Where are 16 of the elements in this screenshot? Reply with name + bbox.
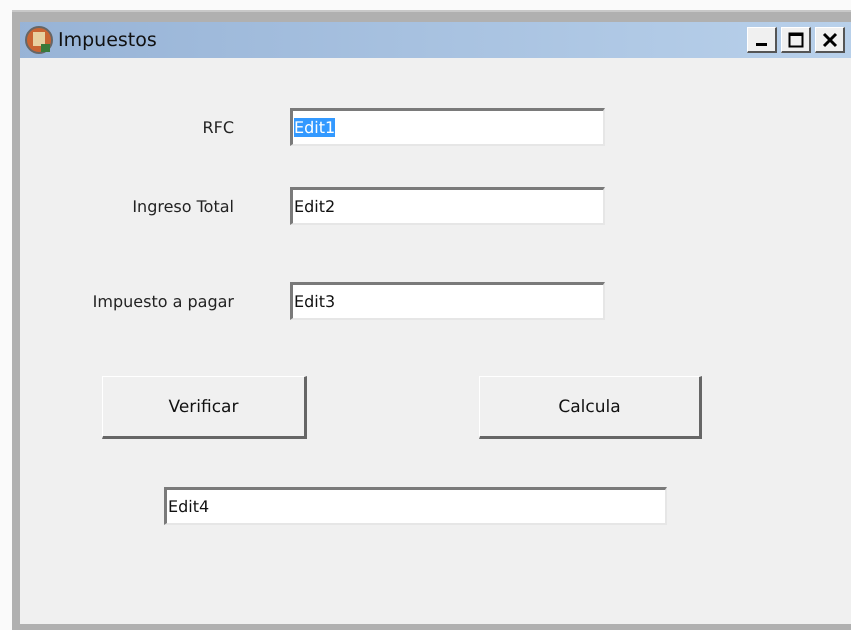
field-label: Impuesto a pagar	[92, 292, 234, 310]
input-field[interactable]: Edit3	[290, 282, 605, 320]
output-field[interactable]: Edit4	[164, 487, 667, 525]
close-icon	[822, 32, 838, 48]
action-button[interactable]: Calcula	[479, 376, 702, 439]
maximize-icon	[788, 32, 804, 48]
minimize-icon	[756, 43, 767, 46]
maximize-button[interactable]	[781, 27, 811, 53]
action-button[interactable]: Verificar	[102, 376, 307, 439]
field-label: Ingreso Total	[131, 196, 234, 216]
window-title: Impuestos	[58, 29, 158, 51]
minimize-button[interactable]	[747, 27, 777, 53]
input-field[interactable]: Edit2	[290, 187, 605, 225]
app-icon	[24, 25, 54, 55]
field-label: RFC	[202, 118, 234, 136]
close-button[interactable]	[815, 27, 845, 53]
